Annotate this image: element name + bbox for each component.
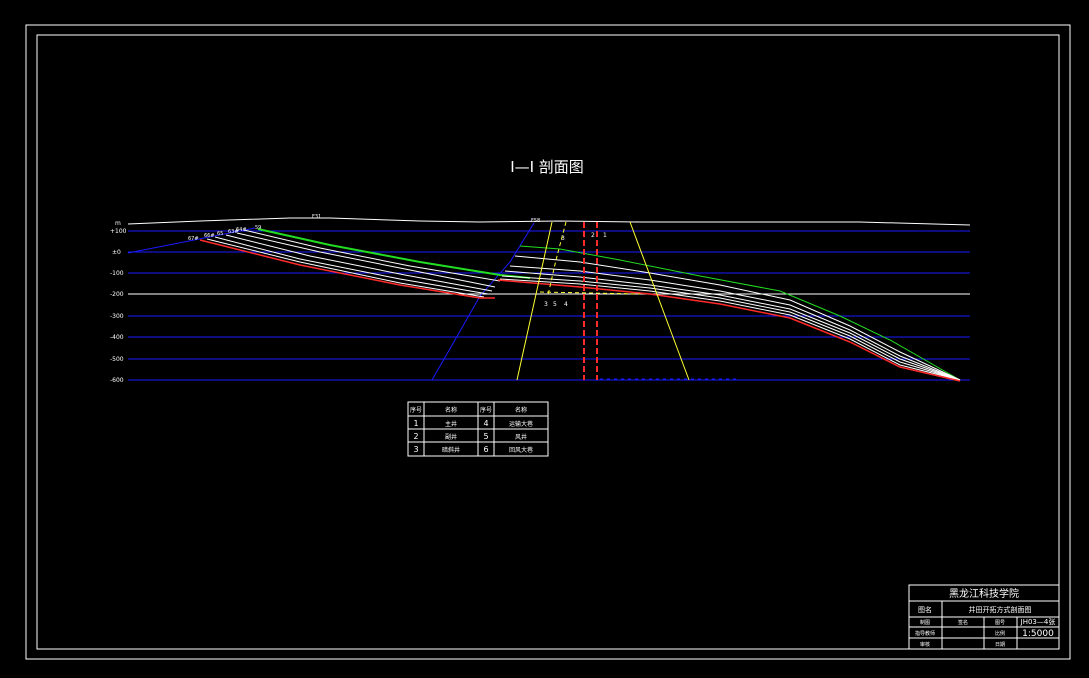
cad-drawing-canvas: Ⅰ—Ⅰ 剖面图 m +100 ±0 -100 -200 -300 -400 -5…	[25, 24, 1071, 660]
fault-label-f31: F31	[312, 214, 321, 220]
seam-label-66: 66#	[204, 233, 215, 239]
incline-shaft-line	[547, 221, 567, 296]
elev-label-minus500: -500	[110, 356, 124, 363]
tb-scale: 1:5000	[1022, 629, 1054, 639]
tb-r1-c4: JH03—4张	[1020, 617, 1056, 626]
legend-row2-no-a: 2	[413, 432, 418, 441]
legend-row1-name-a: 主井	[445, 420, 457, 428]
elev-label-0: ±0	[112, 249, 121, 256]
shaft-label-1: 1	[603, 232, 607, 239]
elev-label-minus300: -300	[110, 313, 124, 320]
legend-row3-name-a: 暗斜井	[442, 446, 460, 454]
tb-drawing-label: 图名	[918, 605, 932, 614]
legend-header-name-1: 名称	[445, 406, 457, 414]
legend-row2-name-a: 副井	[445, 433, 457, 441]
legend-row1-name-b: 运输大巷	[509, 420, 533, 428]
seam-red-right	[497, 279, 961, 382]
bottom-label-3: 3	[544, 301, 548, 308]
legend-table: 序号 名称 序号 名称 1 主井 4 运输大巷 2 副井 5 风井 3 暗斜井 …	[407, 401, 549, 457]
elev-label-minus400: -400	[110, 334, 124, 341]
seam-label-59: 59	[255, 225, 261, 231]
tb-r2-c3: 比例	[995, 630, 1005, 637]
legend-row1-no-a: 1	[413, 419, 418, 428]
elev-label-plus100: +100	[110, 228, 127, 235]
fault-label-f58: F58	[531, 218, 540, 224]
legend-row1-no-b: 4	[483, 419, 488, 428]
fault-f58-line	[431, 222, 535, 381]
legend-header-no-2: 序号	[480, 406, 492, 414]
seam-label-65: 65	[217, 231, 223, 237]
title-block: 黑龙江科技学院 图名 井田开拓方式剖面图 制图 签名 图号 JH03—4张 指导…	[908, 584, 1060, 650]
tb-drawing-name: 井田开拓方式剖面图	[969, 605, 1032, 614]
elev-label-minus100: -100	[110, 270, 124, 277]
elevation-labels: m +100 ±0 -100 -200 -300 -400 -500 -600	[110, 220, 127, 384]
legend-row3-name-b: 回风大巷	[509, 446, 533, 454]
tb-r3-c1: 审核	[920, 641, 930, 648]
legend-row2-no-b: 5	[483, 432, 488, 441]
elev-label-minus600: -600	[110, 377, 124, 384]
school-name: 黑龙江科技学院	[949, 587, 1019, 600]
tb-r1-c1: 制图	[920, 619, 930, 626]
drawing-border	[36, 34, 1060, 650]
boundary-lines	[127, 222, 535, 381]
coal-seams-right	[497, 245, 961, 382]
shaft-label-3: 3	[561, 235, 565, 242]
seam-label-67: 67#	[188, 236, 199, 242]
shaft-label-2: 2	[591, 232, 595, 239]
section-title: Ⅰ—Ⅰ 剖面图	[510, 158, 584, 176]
seam-green-right	[519, 245, 961, 381]
bottom-label-4: 4	[564, 301, 568, 308]
tb-r3-c3: 日期	[995, 642, 1005, 648]
seam-white-3-left	[225, 234, 493, 292]
tb-r2-c1: 指导教师	[915, 630, 935, 637]
coal-seams-left	[199, 228, 531, 299]
tb-r1-c2: 签名	[958, 619, 968, 626]
pillar-right-line	[629, 221, 690, 381]
legend-row3-no-a: 3	[413, 445, 418, 454]
ground-surface-line	[127, 217, 971, 226]
tb-r1-c3: 图号	[995, 620, 1005, 626]
top-mark-label: m	[115, 220, 121, 227]
bottom-label-5: 5	[553, 301, 557, 308]
elev-label-minus200: -200	[110, 291, 124, 298]
legend-header-no-1: 序号	[410, 406, 422, 414]
shaft-pillar-outline	[516, 221, 690, 381]
legend-header-name-2: 名称	[515, 406, 527, 414]
outer-frame	[25, 24, 1071, 660]
seam-white-4-right	[501, 275, 961, 381]
legend-row3-no-b: 6	[483, 445, 488, 454]
seam-label-64: 64#	[236, 227, 247, 233]
legend-row2-name-b: 风井	[515, 433, 527, 441]
